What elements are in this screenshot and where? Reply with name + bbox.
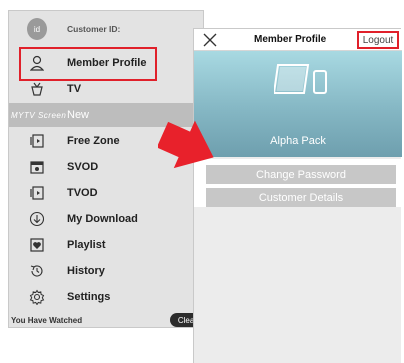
member-profile-panel: Member Profile Logout Alpha Pack Change …	[193, 28, 402, 363]
annotation-arrow-icon	[158, 120, 214, 169]
id-badge-icon: id	[27, 18, 47, 40]
devices-icon	[274, 64, 327, 94]
close-icon[interactable]	[202, 32, 218, 48]
download-icon	[27, 209, 47, 229]
sidebar-item-playlist[interactable]: Playlist	[9, 233, 203, 257]
page-title: Member Profile	[254, 34, 327, 45]
sidebar-item-tvod[interactable]: TVOD	[9, 181, 203, 205]
logout-button[interactable]: Logout	[357, 31, 399, 49]
package-hero: Alpha Pack	[194, 51, 402, 157]
watched-label: You Have Watched	[11, 315, 83, 325]
tv-icon	[27, 79, 47, 99]
sidebar-item-label: My Download	[67, 213, 138, 225]
play-icon	[27, 131, 47, 151]
sidebar-item-label: TVOD	[67, 187, 98, 199]
panel-header: Member Profile Logout	[194, 29, 402, 51]
gear-icon	[27, 287, 47, 307]
sidebar-item-label: Free Zone	[67, 135, 120, 147]
change-password-button[interactable]: Change Password	[206, 165, 396, 184]
highlight-box-member-profile	[19, 47, 157, 81]
customer-id-row: id Customer ID:	[9, 17, 203, 41]
play-icon	[27, 183, 47, 203]
heart-icon	[27, 235, 47, 255]
sidebar-item-label: Playlist	[67, 239, 106, 251]
sidebar-item-settings[interactable]: Settings	[9, 285, 203, 309]
sidebar-item-label: History	[67, 265, 105, 277]
sidebar-item-my-download[interactable]: My Download	[9, 207, 203, 231]
sidebar-item-label: TV	[67, 83, 82, 95]
brand-logo: MYTV Screen	[11, 110, 67, 120]
customer-details-button[interactable]: Customer Details	[206, 188, 396, 207]
sidebar-item-label: SVOD	[67, 161, 99, 173]
customer-id-label: Customer ID:	[67, 24, 121, 34]
watched-bar: You Have Watched Clear	[9, 311, 203, 327]
sidebar-item-history[interactable]: History	[9, 259, 203, 283]
calendar-icon	[27, 157, 47, 177]
package-name: Alpha Pack	[270, 135, 326, 147]
history-icon	[27, 261, 47, 281]
sidebar-item-label: New	[67, 109, 90, 121]
actions-area: Change Password Customer Details	[194, 159, 402, 207]
sidebar-item-label: Settings	[67, 291, 111, 303]
